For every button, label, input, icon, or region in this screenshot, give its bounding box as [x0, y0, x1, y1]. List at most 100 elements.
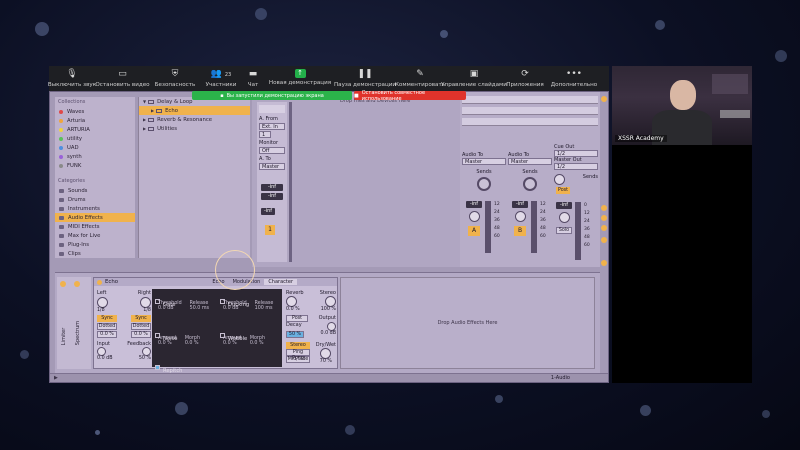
wobble-morph-value[interactable]: 0.0 %	[250, 341, 265, 346]
monitor-select[interactable]: Off	[259, 147, 285, 154]
collection-item[interactable]: synth	[55, 152, 135, 161]
more-button[interactable]: ••• Дополнительно	[548, 66, 600, 91]
stereo-knob[interactable]	[325, 296, 336, 307]
track-volume-value[interactable]: -inf	[261, 208, 275, 215]
dry-wet-knob[interactable]	[320, 348, 332, 359]
duck-release-value[interactable]: 100 ms	[255, 306, 274, 311]
send-knob[interactable]	[477, 177, 491, 191]
right-sync-button[interactable]: Sync	[131, 315, 151, 322]
output-knob[interactable]	[327, 322, 336, 331]
mid-side-mode-button[interactable]: Mid/Side	[286, 356, 310, 363]
send-knob[interactable]	[523, 177, 537, 191]
security-button[interactable]: ⛨ Безопасность	[150, 66, 200, 91]
left-sync-button[interactable]: Sync	[97, 315, 117, 322]
slides-button[interactable]: ▣ Управление слайдами	[441, 66, 507, 91]
reverb-knob[interactable]	[286, 296, 297, 307]
expand-triangle-icon[interactable]: ▼	[143, 99, 146, 104]
pan-knob[interactable]	[514, 211, 526, 222]
category-max-for-live[interactable]: Max for Live	[55, 231, 135, 240]
volume-fader[interactable]	[531, 201, 537, 253]
side-button[interactable]	[601, 215, 607, 221]
master-volume-value[interactable]: -inf	[556, 202, 572, 209]
collection-item[interactable]: Waves	[55, 107, 135, 116]
post-button[interactable]: Post	[556, 187, 570, 194]
collection-item[interactable]: utility	[55, 134, 135, 143]
send-a-value[interactable]: -inf	[261, 184, 283, 191]
reverb-position-select[interactable]: Post	[286, 315, 308, 322]
left-offset-value[interactable]: 0.0 %	[97, 331, 117, 338]
return-volume-value[interactable]: -inf	[466, 201, 482, 208]
left-time-knob[interactable]	[97, 297, 108, 308]
side-button[interactable]	[601, 205, 607, 211]
master-fader[interactable]	[575, 202, 581, 260]
solo-button[interactable]: Solo	[556, 227, 572, 234]
collection-item[interactable]: ARTURIA	[55, 125, 135, 134]
cue-out-select[interactable]: 1/2	[554, 150, 598, 157]
return-b-button[interactable]: B	[514, 226, 526, 236]
participants-button[interactable]: 👥 23 Участники	[200, 66, 242, 91]
side-button[interactable]	[601, 260, 607, 266]
category-drums[interactable]: Drums	[55, 195, 135, 204]
repitch-checkbox[interactable]	[155, 365, 160, 370]
right-dotted-select[interactable]: Dotted	[131, 323, 151, 330]
audio-from-select[interactable]: Ext. In	[259, 123, 285, 130]
input-knob[interactable]	[97, 347, 106, 356]
gate-threshold-value[interactable]: 0.0 dB	[158, 306, 182, 311]
clip-slot[interactable]	[462, 96, 598, 104]
mute-button[interactable]: 🎙 Выключить звук	[48, 66, 96, 91]
expand-triangle-icon[interactable]: ▶	[143, 126, 146, 131]
drop-audio-effects-area[interactable]: Drop Audio Effects Here	[340, 277, 595, 369]
right-offset-value[interactable]: 0.0 %	[131, 331, 151, 338]
category-instruments[interactable]: Instruments	[55, 204, 135, 213]
device-power-icon[interactable]	[60, 281, 66, 287]
side-button[interactable]	[601, 237, 607, 243]
noise-amount-value[interactable]: 0.0 %	[158, 341, 177, 346]
category-midi-effects[interactable]: MIDI Effects	[55, 222, 135, 231]
feedback-knob[interactable]	[142, 347, 151, 356]
ping-pong-mode-button[interactable]: Ping Pong	[286, 349, 310, 361]
input-channel-select[interactable]: 1	[259, 131, 271, 138]
duck-threshold-value[interactable]: 0.0 dB	[223, 306, 247, 311]
pan-knob[interactable]	[468, 211, 480, 222]
category-clips[interactable]: Clips	[55, 249, 135, 258]
pan-knob[interactable]	[558, 212, 570, 223]
device-power-icon[interactable]	[97, 279, 102, 285]
annotate-button[interactable]: ✎ Комментировать	[394, 66, 446, 91]
folder-utilities[interactable]: ▶ Utilities	[139, 124, 250, 133]
gate-release-value[interactable]: 50.0 ms	[190, 306, 209, 311]
noise-morph-value[interactable]: 0.0 %	[185, 341, 200, 346]
return-a-button[interactable]: A	[468, 226, 480, 236]
folder-echo[interactable]: ▶ Echo	[139, 106, 250, 115]
audio-to-select[interactable]: Master	[462, 158, 506, 165]
clip-slot[interactable]	[259, 105, 285, 113]
cue-volume-knob[interactable]	[554, 174, 565, 185]
clip-slot[interactable]	[462, 118, 598, 126]
decay-value[interactable]: 50 %	[286, 331, 304, 338]
apps-button[interactable]: ⟳ Приложения	[502, 66, 548, 91]
right-time-knob[interactable]	[140, 297, 151, 308]
expand-triangle-icon[interactable]: ▶	[151, 108, 154, 113]
track-activator-button[interactable]: 1	[265, 225, 275, 235]
collection-item[interactable]: Arturia	[55, 116, 135, 125]
return-volume-value[interactable]: -inf	[512, 201, 528, 208]
send-b-value[interactable]: -inf	[261, 193, 283, 200]
collection-item[interactable]: UAD	[55, 143, 135, 152]
play-icon[interactable]: ▶	[54, 375, 58, 381]
master-out-select[interactable]: 1/2	[554, 163, 598, 170]
device-power-icon[interactable]	[74, 281, 80, 287]
pause-share-button[interactable]: ❚❚ Пауза демонстрации	[334, 66, 396, 91]
collection-item[interactable]: FUNK	[55, 161, 135, 170]
chat-button[interactable]: ▬ Чат	[242, 66, 264, 91]
new-share-button[interactable]: ↑ Новая демонстрация	[264, 66, 336, 91]
stereo-mode-button[interactable]: Stereo	[286, 342, 310, 349]
tab-character[interactable]: Character	[264, 279, 297, 285]
stop-share-button[interactable]: ■ Остановить совместное использование	[354, 90, 466, 102]
clip-slot[interactable]	[462, 107, 598, 115]
stop-video-button[interactable]: ▭ Остановить видео	[95, 66, 150, 91]
audio-to-select[interactable]: Master	[259, 163, 285, 170]
category-audio-effects[interactable]: Audio Effects	[55, 213, 135, 222]
category-plug-ins[interactable]: Plug-Ins	[55, 240, 135, 249]
wobble-amount-value[interactable]: 0.0 %	[223, 341, 242, 346]
left-dotted-select[interactable]: Dotted	[97, 323, 117, 330]
audio-to-select[interactable]: Master	[508, 158, 552, 165]
